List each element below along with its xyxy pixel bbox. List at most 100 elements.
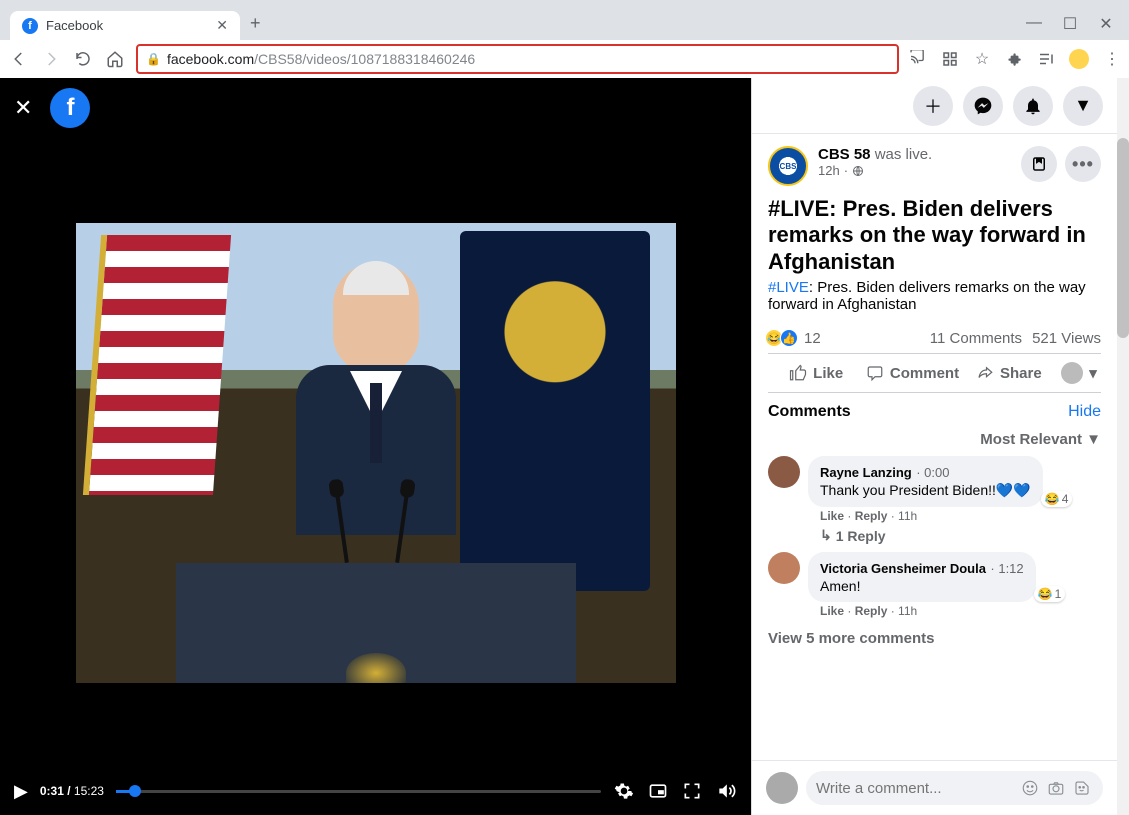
cast-icon[interactable] [909,50,927,68]
minimize-icon[interactable]: — [1025,14,1043,34]
comment-reaction-badge[interactable]: 😂4 [1041,491,1073,507]
comment-like-link[interactable]: Like [820,604,844,618]
back-icon[interactable] [8,48,30,70]
video-pane: ✕ f ▶ 0:31 / 15:23 [0,78,751,815]
tab-title: Facebook [46,18,208,33]
volume-icon[interactable] [715,780,737,802]
extensions-icon[interactable] [1005,50,1023,68]
hashtag-link[interactable]: #LIVE [768,279,809,296]
forward-icon[interactable] [40,48,62,70]
like-button[interactable]: Like [768,354,864,392]
podium-graphic [176,563,576,683]
extension-yellow-icon[interactable] [1069,49,1089,69]
create-button[interactable]: ＋ [913,86,953,126]
poster-line: CBS 58 was live. [818,146,1011,163]
commenter-name[interactable]: Rayne Lanzing [820,465,912,480]
hide-comments-link[interactable]: Hide [1068,403,1101,421]
star-icon[interactable]: ☆ [973,50,991,68]
post-age[interactable]: 12h [818,163,840,178]
post-subline: 12h · [818,163,1011,178]
side-panel: ＋ ▼ CBS CBS 58 was live. 12h · ••• [751,78,1117,815]
video-time: 0:31 / 15:23 [40,784,104,798]
comment-input-box[interactable] [806,771,1103,805]
camera-icon[interactable] [1045,777,1067,799]
reading-list-icon[interactable] [1037,50,1055,68]
new-tab-button[interactable]: + [240,7,271,40]
comment-age: 11h [898,604,917,618]
comment-reply-link[interactable]: Reply [855,509,888,523]
comments-count[interactable]: 11 Comments [930,330,1022,347]
post-head-actions: ••• [1021,146,1101,182]
video-area[interactable] [0,78,751,767]
maximize-icon[interactable]: ☐ [1061,14,1079,34]
fb-header: ＋ ▼ [752,78,1117,134]
progress-knob[interactable] [129,785,141,797]
commenter-avatar[interactable] [768,456,800,488]
comment-button[interactable]: Comment [864,354,960,392]
share-target-avatar[interactable]: ▾ [1057,354,1101,392]
toolbar-icons: ☆ ⋮ [909,49,1121,69]
post-body: #LIVE: Pres. Biden delivers remarks on t… [768,279,1101,313]
lock-icon: 🔒 [146,52,161,66]
extension-grid-icon[interactable] [941,50,959,68]
comment-item: Rayne Lanzing · 0:00 Thank you President… [768,456,1101,546]
comment-timestamp[interactable]: 1:12 [998,561,1023,576]
video-still-image [76,223,676,683]
view-more-comments[interactable]: View 5 more comments [768,626,1101,651]
browser-tab[interactable]: f Facebook ✕ [10,11,240,40]
save-video-icon[interactable] [1021,146,1057,182]
comment-reaction-badge[interactable]: 😂1 [1034,586,1066,602]
post-header: CBS CBS 58 was live. 12h · ••• [768,146,1101,186]
content-split: ✕ f ▶ 0:31 / 15:23 [0,78,1129,815]
post-scroll[interactable]: CBS CBS 58 was live. 12h · ••• #LIVE: Pr… [752,134,1117,760]
comment-text: Amen! [820,578,1024,594]
post-menu-icon[interactable]: ••• [1065,146,1101,182]
comment-like-link[interactable]: Like [820,509,844,523]
comment-timestamp[interactable]: 0:00 [924,465,949,480]
fullscreen-icon[interactable] [681,780,703,802]
facebook-favicon: f [22,18,38,34]
sort-dropdown[interactable]: Most Relevant ▼ [768,431,1101,456]
poster-avatar[interactable]: CBS [768,146,808,186]
poster-name[interactable]: CBS 58 [818,146,871,163]
comment-replies-toggle[interactable]: ↳ 1 Reply [808,525,1101,546]
like-reaction-icon: 👍 [780,329,798,347]
comment-text: Thank you President Biden!!💙💙 [820,482,1031,499]
scrollbar-thumb[interactable] [1117,138,1129,338]
post-meta: CBS 58 was live. 12h · [818,146,1011,178]
account-menu-icon[interactable]: ▼ [1063,86,1103,126]
window-controls: — ☐ ✕ [1011,14,1129,40]
progress-bar[interactable] [116,790,601,793]
my-avatar[interactable] [766,772,798,804]
close-window-icon[interactable]: ✕ [1097,14,1115,34]
us-flag-graphic [82,235,230,495]
settings-gear-icon[interactable] [613,780,635,802]
reaction-icons[interactable]: 😂 👍 [768,329,798,347]
comment-input[interactable] [816,780,1015,797]
reload-icon[interactable] [72,48,94,70]
reaction-row: 😂 👍 12 11 Comments 521 Views [768,323,1101,354]
share-button[interactable]: Share [961,354,1057,392]
facebook-logo-icon[interactable]: f [50,88,90,128]
scrollbar[interactable] [1117,78,1129,815]
views-count: 521 Views [1032,330,1101,347]
tab-close-icon[interactable]: ✕ [216,17,228,34]
emoji-icon[interactable] [1019,777,1041,799]
comment-item: Victoria Gensheimer Doula · 1:12 Amen! 😂… [768,552,1101,620]
menu-dots-icon[interactable]: ⋮ [1103,50,1121,68]
presidential-seal-flag-graphic [460,231,650,591]
close-video-icon[interactable]: ✕ [14,95,32,121]
pip-icon[interactable] [647,780,669,802]
commenter-avatar[interactable] [768,552,800,584]
reaction-count[interactable]: 12 [804,330,930,347]
home-icon[interactable] [104,48,126,70]
notifications-bell-icon[interactable] [1013,86,1053,126]
address-bar[interactable]: 🔒 facebook.com/CBS58/videos/108718831846… [136,44,899,74]
sticker-icon[interactable] [1071,777,1093,799]
commenter-name[interactable]: Victoria Gensheimer Doula [820,561,986,576]
play-icon[interactable]: ▶ [14,781,28,802]
messenger-icon[interactable] [963,86,1003,126]
speaker-figure [296,263,456,543]
comment-age: 11h [898,509,917,523]
comment-reply-link[interactable]: Reply [855,604,888,618]
